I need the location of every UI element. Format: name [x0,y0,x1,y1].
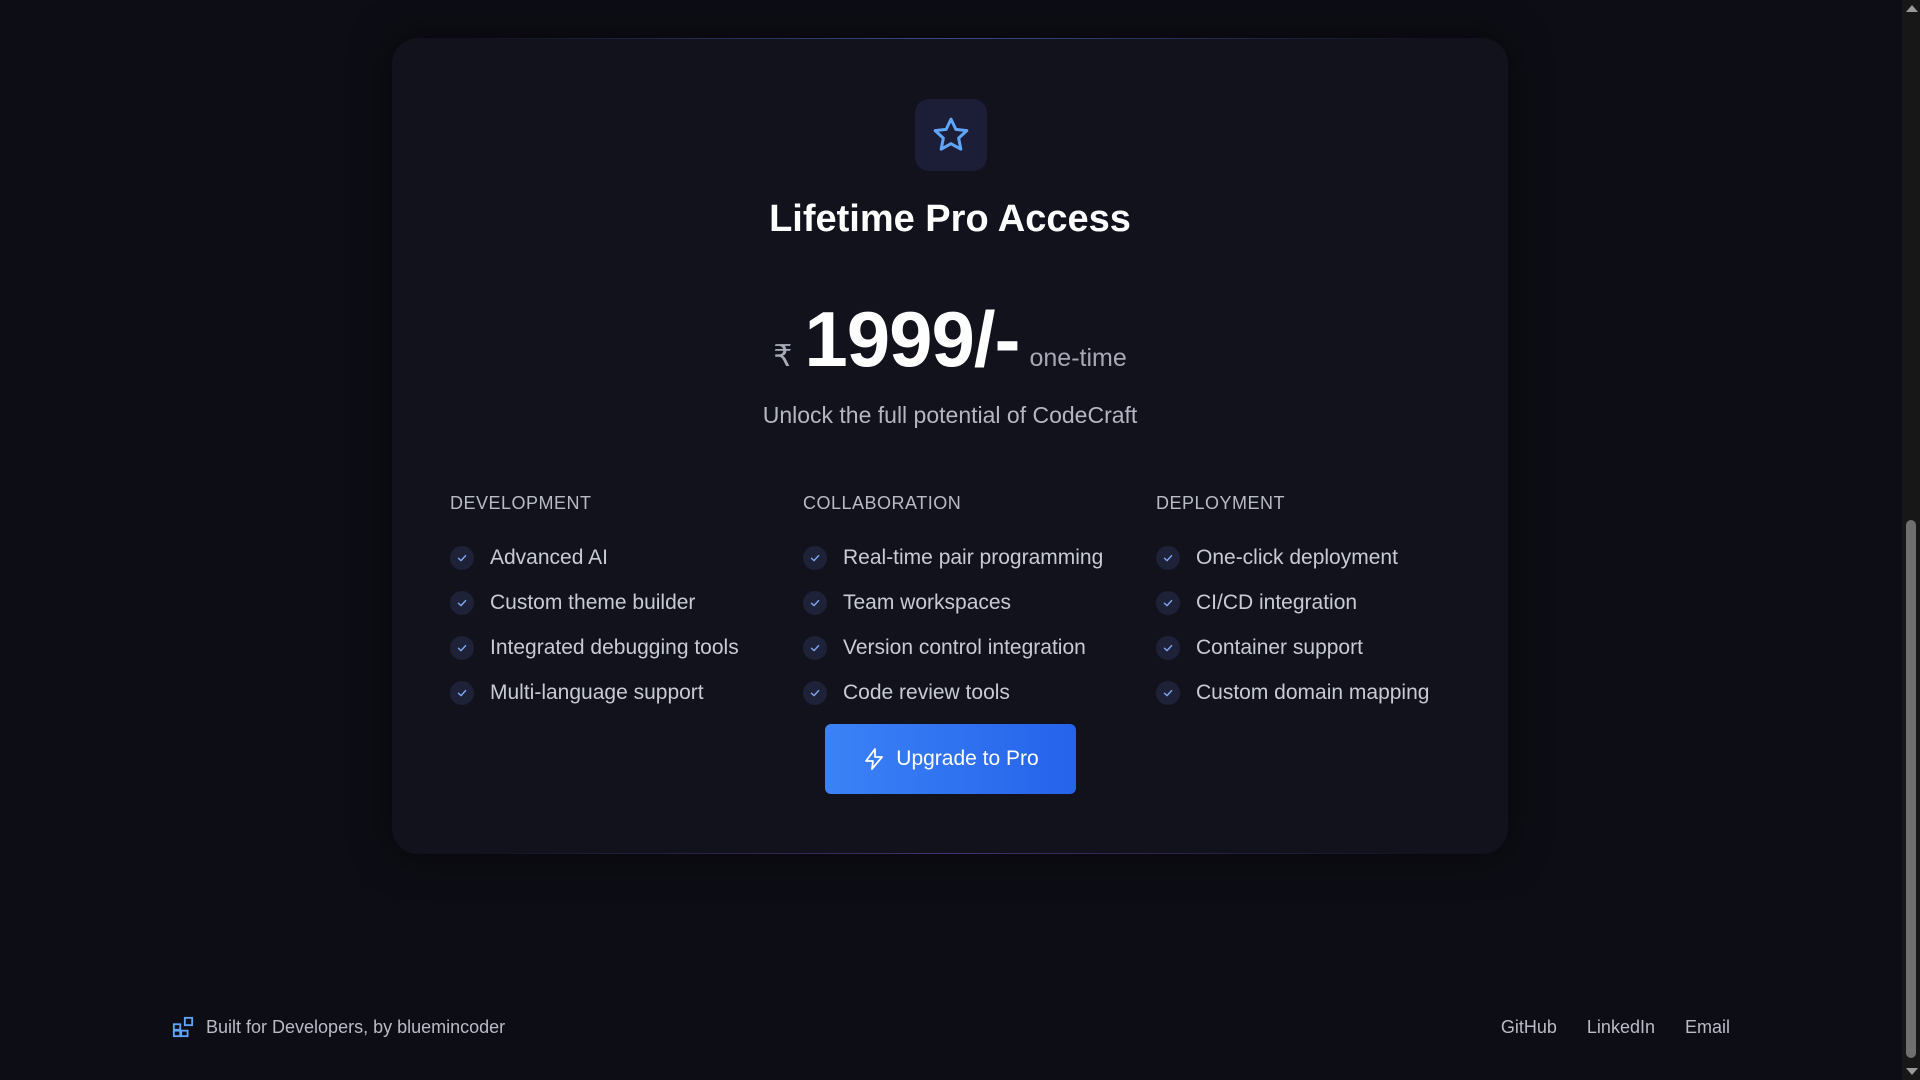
feature-label: Code review tools [843,680,1010,704]
footer-links: GitHub LinkedIn Email [1501,1014,1730,1040]
feature-item: Code review tools [803,670,1156,715]
feature-label: Team workspaces [843,590,1012,614]
feature-column-title: COLLABORATION [803,493,962,513]
feature-label: Custom theme builder [490,590,696,614]
check-icon [803,590,827,615]
check-icon [803,545,827,570]
feature-label: Integrated debugging tools [490,635,739,659]
scroll-down-arrow-icon[interactable] [1906,1068,1918,1075]
check-icon [450,590,474,615]
feature-item: Team workspaces [803,580,1156,625]
feature-label: Multi-language support [490,680,704,704]
feature-item: Real-time pair programming [803,535,1156,580]
upgrade-button-label: Upgrade to Pro [896,747,1039,770]
feature-label: Real-time pair programming [843,545,1104,569]
feature-columns: DEVELOPMENT Advanced AI Custom theme bui… [450,493,1510,715]
check-icon [1156,635,1180,660]
footer-credit: Built for Developers, by bluemincoder [172,1014,505,1040]
feature-label: CI/CD integration [1196,590,1358,614]
github-link[interactable]: GitHub [1501,1017,1557,1038]
price-amount: 1999/- [804,295,1020,383]
feature-label: Custom domain mapping [1196,680,1430,704]
feature-label: Version control integration [843,635,1086,659]
scroll-up-arrow-icon[interactable] [1906,5,1918,12]
feature-column-deployment: DEPLOYMENT One-click deployment CI/CD in… [1156,493,1509,715]
feature-label: One-click deployment [1196,545,1398,569]
check-icon [1156,680,1180,705]
linkedin-link[interactable]: LinkedIn [1587,1017,1655,1038]
lightning-icon [865,748,884,770]
footer-credit-text: Built for Developers, by bluemincoder [206,1016,506,1037]
check-icon [803,635,827,660]
plan-tagline: Unlock the full potential of CodeCraft [762,402,1138,428]
feature-item: Custom theme builder [450,580,803,625]
scrollbar[interactable] [1902,0,1920,1080]
star-icon [933,117,969,151]
upgrade-to-pro-button[interactable]: Upgrade to Pro [825,724,1076,794]
currency-symbol: ₹ [773,340,793,373]
star-icon-badge [915,99,987,171]
scrollbar-thumb[interactable] [1906,520,1916,1058]
plan-title: Lifetime Pro Access [769,198,1131,240]
check-icon [450,545,474,570]
page: Lifetime Pro Access ₹ 1999/- one-time Un… [0,0,1920,1080]
feature-item: Advanced AI [450,535,803,580]
feature-label: Advanced AI [490,545,608,569]
feature-label: Container support [1196,635,1363,659]
feature-item: Integrated debugging tools [450,625,803,670]
feature-item: Custom domain mapping [1156,670,1509,715]
feature-item: Multi-language support [450,670,803,715]
pricing-card: Lifetime Pro Access ₹ 1999/- one-time Un… [392,38,1508,854]
price-period: one-time [1029,344,1127,372]
email-link[interactable]: Email [1685,1017,1730,1038]
feature-item: Container support [1156,625,1509,670]
check-icon [450,635,474,660]
feature-item: Version control integration [803,625,1156,670]
feature-column-development: DEVELOPMENT Advanced AI Custom theme bui… [450,493,803,715]
feature-item: One-click deployment [1156,535,1509,580]
price: ₹ 1999/- one-time [392,294,1508,383]
check-icon [450,680,474,705]
feature-column-title: DEPLOYMENT [1156,493,1286,513]
feature-column-title: DEVELOPMENT [450,493,592,513]
check-icon [803,680,827,705]
feature-item: CI/CD integration [1156,580,1509,625]
feature-column-collaboration: COLLABORATION Real-time pair programming… [803,493,1156,715]
check-icon [1156,545,1180,570]
blocks-icon [172,1016,194,1038]
check-icon [1156,590,1180,615]
